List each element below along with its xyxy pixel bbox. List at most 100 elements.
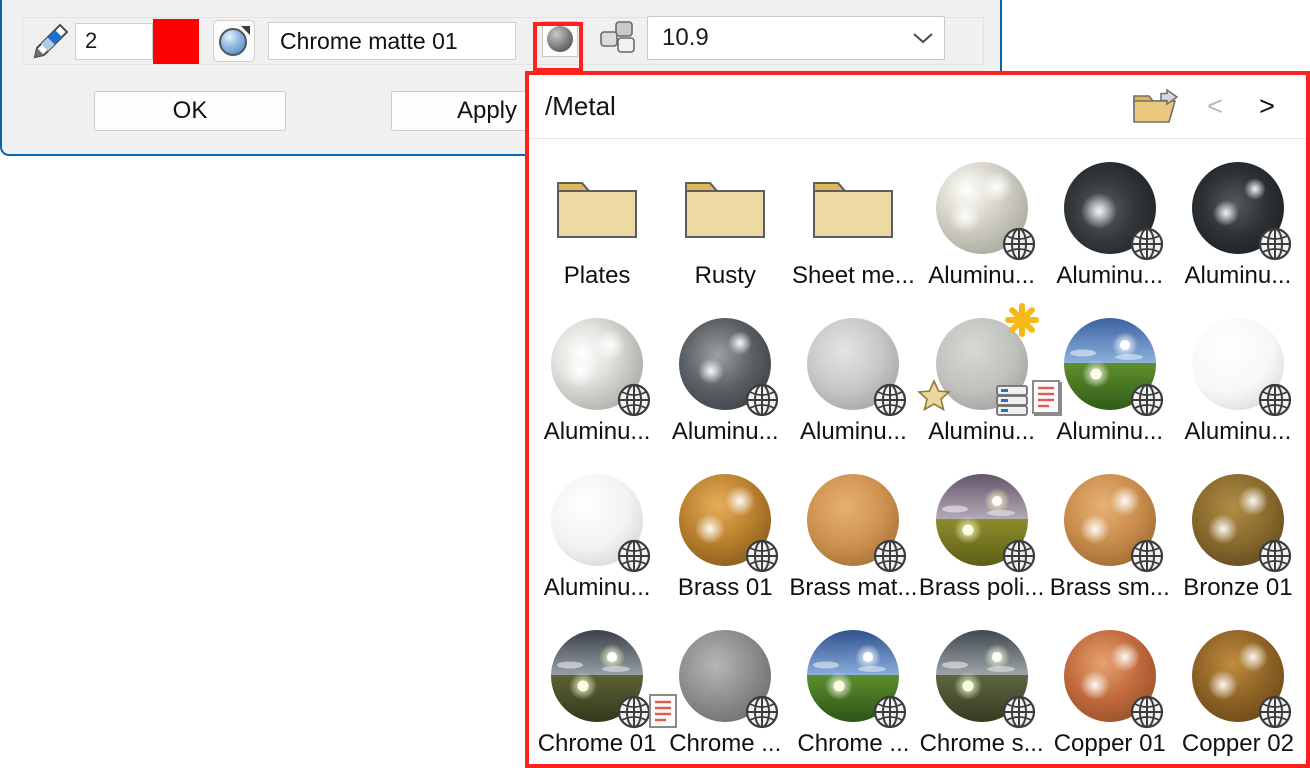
material-item[interactable]: Copper 02	[1174, 615, 1302, 764]
item-label: Aluminu...	[928, 419, 1035, 445]
material-item[interactable]: Aluminu...	[1174, 303, 1302, 459]
folder-icon	[812, 177, 894, 239]
item-label: Chrome ...	[797, 731, 909, 757]
item-thumbnail	[1057, 311, 1163, 417]
folder-item[interactable]: Sheet me...	[789, 147, 917, 303]
folder-item[interactable]: Rusty	[661, 147, 789, 303]
ok-button[interactable]: OK	[94, 91, 286, 131]
globe-icon	[1257, 538, 1293, 574]
folder-icon	[684, 177, 766, 239]
scale-combobox[interactable]: 10.9	[647, 16, 945, 60]
item-thumbnail	[800, 623, 906, 729]
item-label: Rusty	[695, 263, 756, 289]
item-thumbnail	[929, 155, 1035, 261]
item-thumbnail	[800, 311, 906, 417]
material-item[interactable]: Aluminu...	[533, 459, 661, 615]
item-label: Brass sm...	[1050, 575, 1170, 601]
globe-icon	[872, 694, 908, 730]
highlight-rect-material-button	[533, 22, 583, 72]
material-item[interactable]: Chrome 01	[533, 615, 661, 764]
item-label: Aluminu...	[1056, 419, 1163, 445]
item-thumbnail	[672, 623, 778, 729]
item-thumbnail	[544, 467, 650, 573]
globe-badge-icon	[744, 538, 780, 574]
prev-page-button[interactable]: <	[1194, 85, 1236, 129]
material-item[interactable]: Aluminu...	[661, 303, 789, 459]
material-item[interactable]: Bronze 01	[1174, 459, 1302, 615]
globe-badge-icon	[744, 382, 780, 418]
item-thumbnail	[1185, 155, 1291, 261]
scale-value: 10.9	[662, 24, 709, 52]
globe-badge-icon	[616, 538, 652, 574]
material-item[interactable]: Copper 01	[1046, 615, 1174, 764]
material-item[interactable]: Aluminu...	[1046, 303, 1174, 459]
globe-badge-icon	[872, 382, 908, 418]
material-item[interactable]: Chrome ...	[789, 615, 917, 764]
globe-icon	[872, 538, 908, 574]
item-label: Aluminu...	[800, 419, 907, 445]
item-thumbnail	[1185, 467, 1291, 573]
folder-item[interactable]: Plates	[533, 147, 661, 303]
line-width-value: 2	[85, 28, 97, 54]
item-thumbnail	[1057, 623, 1163, 729]
globe-icon	[616, 694, 652, 730]
material-item[interactable]: Aluminu...	[918, 303, 1046, 459]
item-label: Aluminu...	[1185, 263, 1292, 289]
item-thumbnail	[672, 467, 778, 573]
material-item[interactable]: Aluminu...	[789, 303, 917, 459]
folder-icon	[556, 177, 638, 239]
folder-icon	[812, 177, 894, 239]
item-label: Aluminu...	[1056, 263, 1163, 289]
material-item[interactable]: Aluminu...	[1174, 147, 1302, 303]
material-item[interactable]: Chrome s...	[918, 615, 1046, 764]
globe-badge-icon	[1257, 694, 1293, 730]
material-name-input[interactable]: Chrome matte 01	[268, 22, 516, 60]
material-item[interactable]: Brass 01	[661, 459, 789, 615]
chevron-down-icon[interactable]	[912, 24, 934, 52]
globe-badge-icon	[1257, 382, 1293, 418]
folder-icon	[556, 177, 638, 239]
material-preview-button[interactable]	[213, 20, 255, 62]
material-item[interactable]: Brass poli...	[918, 459, 1046, 615]
item-label: Chrome s...	[920, 731, 1044, 757]
next-page-button[interactable]: >	[1246, 85, 1288, 129]
folder-icon	[684, 177, 766, 239]
item-label: Brass poli...	[919, 575, 1044, 601]
globe-icon	[1257, 694, 1293, 730]
item-label: Aluminu...	[672, 419, 779, 445]
item-thumbnail	[929, 311, 1035, 417]
material-item[interactable]: Aluminu...	[533, 303, 661, 459]
item-label: Chrome ...	[669, 731, 781, 757]
color-swatch[interactable]	[153, 19, 199, 64]
starburst-icon	[1003, 301, 1041, 339]
item-thumbnail	[800, 467, 906, 573]
star-badge-icon	[917, 379, 951, 411]
material-item[interactable]: Aluminu...	[918, 147, 1046, 303]
pencil-icon[interactable]	[25, 18, 75, 64]
item-thumbnail	[672, 311, 778, 417]
plugin-blocks-icon[interactable]	[598, 20, 638, 58]
globe-icon	[1001, 538, 1037, 574]
globe-icon	[616, 382, 652, 418]
next-page-label: >	[1259, 91, 1275, 122]
starburst-badge-icon	[1003, 301, 1041, 339]
item-thumbnail	[544, 623, 650, 729]
globe-badge-icon	[1129, 694, 1165, 730]
globe-icon	[872, 382, 908, 418]
material-item[interactable]: Brass mat...	[789, 459, 917, 615]
material-item[interactable]: Aluminu...	[1046, 147, 1174, 303]
globe-badge-icon	[744, 694, 780, 730]
item-thumbnail	[929, 623, 1035, 729]
globe-icon	[1001, 226, 1037, 262]
item-label: Bronze 01	[1183, 575, 1292, 601]
material-item[interactable]: Brass sm...	[1046, 459, 1174, 615]
globe-badge-icon	[616, 382, 652, 418]
globe-icon	[1129, 694, 1165, 730]
folder-up-icon[interactable]	[1128, 85, 1184, 129]
item-thumbnail	[544, 311, 650, 417]
material-browser-popup: /Metal < >	[525, 71, 1310, 768]
database-badge-icon	[995, 383, 1029, 419]
ok-button-label: OK	[173, 97, 208, 125]
material-item[interactable]: Chrome ...	[661, 615, 789, 764]
line-width-input[interactable]: 2	[75, 23, 153, 60]
